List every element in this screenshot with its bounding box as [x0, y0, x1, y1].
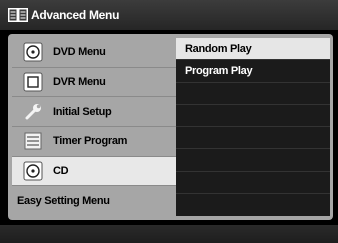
menu-panel: DVD Menu DVR Menu Initial Setup Timer Pr…	[8, 34, 333, 220]
window-title: Advanced Menu	[31, 8, 120, 22]
menu-item-dvd-menu[interactable]: DVD Menu	[12, 38, 176, 68]
menu-item-label: Easy Setting Menu	[17, 195, 110, 208]
menu-item-dvr-menu[interactable]: DVR Menu	[12, 68, 176, 98]
main-menu: DVD Menu DVR Menu Initial Setup Timer Pr…	[12, 38, 176, 216]
menu-item-label: CD	[53, 164, 69, 177]
menu-item-label: Initial Setup	[53, 105, 112, 118]
disc-icon	[23, 161, 43, 181]
list-icon	[24, 132, 42, 150]
submenu: Random Play Program Play	[176, 38, 330, 216]
menu-item-timer-program[interactable]: Timer Program	[12, 127, 176, 157]
menu-item-easy-setting-menu[interactable]: Easy Setting Menu	[12, 186, 176, 216]
submenu-empty-row	[176, 127, 330, 150]
square-icon	[23, 72, 43, 92]
submenu-item-program-play[interactable]: Program Play	[176, 60, 330, 83]
submenu-empty-row	[176, 149, 330, 172]
submenu-item-random-play[interactable]: Random Play	[176, 38, 330, 61]
title-bar: Advanced Menu	[0, 0, 338, 30]
menu-item-initial-setup[interactable]: Initial Setup	[12, 97, 176, 127]
menu-item-cd[interactable]: CD	[12, 156, 176, 187]
wrench-icon	[25, 103, 41, 120]
status-bar	[0, 225, 338, 243]
menu-item-label: DVD Menu	[53, 46, 106, 59]
submenu-empty-row	[176, 194, 330, 216]
submenu-empty-row	[176, 83, 330, 105]
disc-icon	[23, 42, 43, 62]
menu-item-label: Timer Program	[53, 135, 128, 148]
submenu-empty-row	[176, 172, 330, 194]
menu-book-icon	[8, 8, 28, 22]
submenu-empty-row	[176, 105, 330, 127]
menu-item-label: DVR Menu	[53, 75, 106, 88]
